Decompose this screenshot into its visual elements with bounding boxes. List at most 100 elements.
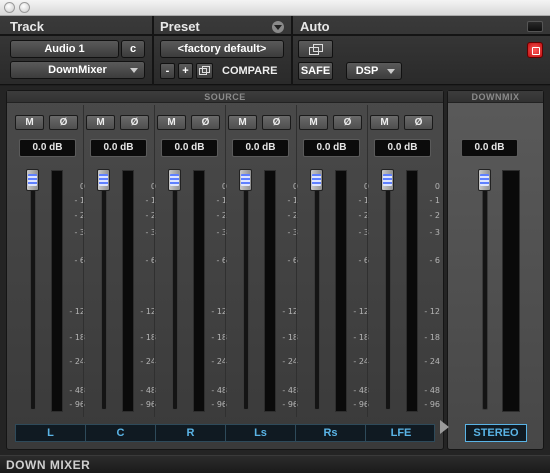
scale-mark: - 12: [140, 306, 156, 316]
channel-gain-display[interactable]: 0.0 dB: [232, 139, 289, 157]
track-selector[interactable]: Audio 1: [10, 40, 119, 58]
channel-name-label: LFE: [390, 427, 412, 439]
plugin-title: DOWN MIXER: [6, 458, 91, 472]
channel-gain-display[interactable]: 0.0 dB: [374, 139, 431, 157]
scale-mark: - 96: [353, 400, 369, 410]
mute-button[interactable]: M: [157, 115, 186, 130]
scale-mark: - 2: [287, 210, 298, 220]
phase-invert-button[interactable]: Ø: [262, 115, 291, 130]
compare-button[interactable]: COMPARE: [222, 65, 277, 77]
scale-mark: 0: [134, 182, 156, 191]
preset-heading: Preset: [160, 19, 200, 34]
mute-button[interactable]: M: [86, 115, 115, 130]
scale-mark: - 96: [140, 400, 156, 410]
scale-mark: - 24: [282, 357, 298, 367]
source-channel: MØ 0.0 dB 0 - 1 - 2 - 3 - 6 - 12 - 18 - 24 - 48 - 9…: [154, 91, 228, 451]
scale-mark: - 48: [69, 386, 85, 395]
downmix-title: DOWNMIX: [471, 92, 520, 102]
mute-button[interactable]: M: [228, 115, 257, 130]
scale-mark: 0: [434, 182, 440, 191]
track-channel-selector[interactable]: c: [121, 40, 145, 58]
scale-mark: 0: [276, 182, 298, 191]
route-arrow-icon: [440, 420, 449, 434]
channel-fader-track[interactable]: [381, 169, 394, 410]
scale-mark: - 2: [74, 210, 85, 220]
scale-mark: - 18: [69, 333, 85, 343]
channel-gain-display[interactable]: 0.0 dB: [90, 139, 147, 157]
scale-mark: - 96: [211, 400, 227, 410]
scale-mark: - 3: [145, 227, 156, 237]
safe-button[interactable]: SAFE: [298, 62, 333, 80]
channel-fader-knob[interactable]: [97, 169, 110, 191]
close-window-button[interactable]: [4, 2, 15, 13]
channel-meter: [51, 170, 63, 412]
auto-heading: Auto: [300, 19, 330, 34]
scale-mark: - 6: [358, 256, 369, 266]
scale-mark: - 2: [429, 210, 440, 220]
plugin-header: Track Preset Auto Audio 1 c DownMixer <f…: [0, 16, 550, 85]
source-panel: SOURCE MØ0.0 dB0- 1- 2- 3- 6- 12- 18- 24…: [6, 90, 444, 450]
phase-invert-button[interactable]: Ø: [120, 115, 149, 130]
channel-gain-display[interactable]: 0.0 dB: [19, 139, 76, 157]
track-channel: c: [129, 43, 137, 55]
window-titlebar: [0, 0, 550, 16]
automation-settings-icon[interactable]: [298, 40, 333, 58]
mute-button[interactable]: M: [299, 115, 328, 130]
mixer-area: SOURCE MØ0.0 dB0- 1- 2- 3- 6- 12- 18- 24…: [0, 86, 550, 455]
scale-mark: - 1: [74, 196, 85, 206]
scale-mark: - 18: [424, 333, 440, 343]
scale-mark: - 12: [353, 306, 369, 316]
scale-mark: - 12: [282, 306, 298, 316]
channel-fader-track[interactable]: [168, 169, 181, 410]
phase-invert-button[interactable]: Ø: [333, 115, 362, 130]
channel-fader-track[interactable]: [26, 169, 39, 410]
channel-gain-display[interactable]: 0.0 dB: [303, 139, 360, 157]
plugin-footer: DOWN MIXER: [0, 455, 550, 473]
channel-name-label: R: [156, 425, 226, 441]
downmix-gain-display[interactable]: 0.0 dB: [461, 139, 518, 157]
channel-fader-track[interactable]: [310, 169, 323, 410]
scale-mark: - 18: [282, 333, 298, 343]
phase-invert-button[interactable]: Ø: [191, 115, 220, 130]
scale-mark: - 18: [211, 333, 227, 343]
channel-gain-display[interactable]: 0.0 dB: [161, 139, 218, 157]
downmix-fader-knob[interactable]: [478, 169, 491, 191]
mute-button[interactable]: M: [370, 115, 399, 130]
channel-fader-knob[interactable]: [310, 169, 323, 191]
plugin-selector[interactable]: DownMixer: [10, 61, 145, 79]
window-toggle-button[interactable]: [527, 21, 543, 32]
copy-settings-icon[interactable]: [196, 63, 213, 79]
scale-mark: - 96: [282, 400, 298, 410]
preset-menu-icon[interactable]: [272, 21, 284, 33]
scale-mark: 0: [63, 182, 85, 191]
channel-fader-knob[interactable]: [26, 169, 39, 191]
preset-selector[interactable]: <factory default>: [160, 40, 284, 58]
channel-fader-track[interactable]: [239, 169, 252, 410]
channel-meter: [193, 170, 205, 412]
channel-name-label: L: [16, 425, 86, 441]
mute-button[interactable]: M: [15, 115, 44, 130]
scale-mark: - 24: [211, 357, 227, 367]
channel-fader-knob[interactable]: [381, 169, 394, 191]
dsp-selector[interactable]: DSP: [346, 62, 402, 80]
phase-invert-button[interactable]: Ø: [49, 115, 78, 130]
scale-mark: - 3: [429, 227, 440, 237]
preset-next-button[interactable]: +: [178, 63, 193, 79]
scale-mark: - 1: [287, 196, 298, 206]
channel-fader-knob[interactable]: [168, 169, 181, 191]
preset-previous-button[interactable]: -: [160, 63, 175, 79]
chevron-down-icon: [130, 68, 138, 73]
scale-mark: - 2: [145, 210, 156, 220]
scale-mark: 0: [347, 182, 369, 191]
minimize-window-button[interactable]: [19, 2, 30, 13]
scale-mark: - 96: [69, 400, 85, 410]
phase-invert-button[interactable]: Ø: [404, 115, 433, 130]
scale-mark: - 48: [211, 386, 227, 395]
scale-mark: - 12: [69, 306, 85, 316]
scale-mark: - 48: [424, 386, 440, 395]
downmix-fader-track[interactable]: [478, 169, 491, 410]
channel-fader-knob[interactable]: [239, 169, 252, 191]
scale-mark: - 6: [74, 256, 85, 266]
channel-fader-track[interactable]: [97, 169, 110, 410]
target-icon[interactable]: [527, 42, 543, 58]
